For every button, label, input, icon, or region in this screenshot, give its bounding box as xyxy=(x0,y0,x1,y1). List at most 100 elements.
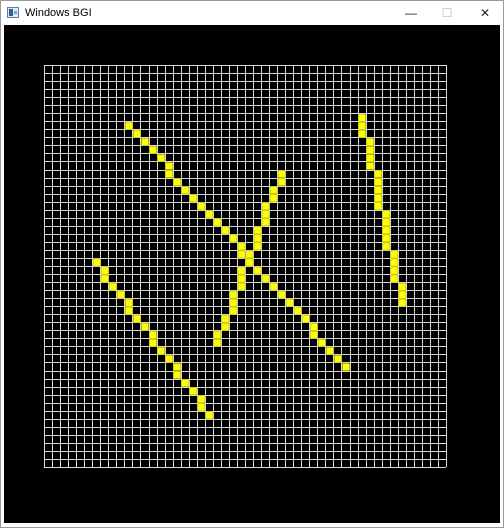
lit-cell xyxy=(237,274,246,283)
lit-cell xyxy=(277,290,286,299)
lit-cell xyxy=(237,282,246,291)
lit-cell xyxy=(173,178,181,186)
lit-cell xyxy=(237,242,246,251)
lit-cell xyxy=(229,290,238,299)
lit-cell xyxy=(229,298,238,307)
lit-cell xyxy=(189,194,198,202)
lit-cell xyxy=(269,194,278,202)
lit-cell xyxy=(253,226,262,235)
lit-cell xyxy=(197,395,206,403)
lit-cell xyxy=(382,226,391,235)
lit-cell xyxy=(117,290,125,299)
lit-cell xyxy=(133,314,141,323)
close-button[interactable]: ✕ xyxy=(467,1,503,25)
pixel-grid xyxy=(4,25,500,523)
lit-cell xyxy=(100,266,109,275)
lit-cell xyxy=(197,403,206,412)
lit-cell xyxy=(334,355,342,363)
lit-cell xyxy=(366,162,374,170)
lit-cell xyxy=(310,322,318,331)
lit-cell xyxy=(229,306,238,315)
lit-cell xyxy=(165,355,173,363)
minimize-button[interactable]: — xyxy=(393,1,429,25)
lit-cell xyxy=(92,258,101,267)
lit-cell xyxy=(326,347,334,355)
lit-cell xyxy=(374,186,382,194)
lit-cell xyxy=(390,274,399,283)
graphics-canvas xyxy=(4,25,500,523)
lit-cell xyxy=(149,339,157,347)
lit-cell xyxy=(310,331,318,339)
lit-cell xyxy=(125,298,133,307)
lit-cell xyxy=(253,234,262,243)
lit-cell xyxy=(382,210,391,219)
lit-cell xyxy=(269,282,278,291)
lit-cell xyxy=(165,170,173,178)
lit-cell xyxy=(197,202,206,211)
lit-cell xyxy=(261,210,270,219)
lit-cell xyxy=(109,282,117,291)
lit-cell xyxy=(173,371,181,379)
lit-cell xyxy=(141,138,149,146)
lit-cell xyxy=(269,186,278,194)
lit-cell xyxy=(221,314,230,323)
lit-cell xyxy=(382,234,391,243)
lit-cell xyxy=(366,146,374,154)
lit-cell xyxy=(285,298,294,307)
lit-cell xyxy=(382,242,391,251)
lit-cell xyxy=(398,290,407,299)
lit-cell xyxy=(366,138,374,146)
lit-cell xyxy=(141,322,149,331)
lit-cell xyxy=(149,331,157,339)
lit-cell xyxy=(157,347,165,355)
lit-cell xyxy=(189,387,198,395)
lit-cell xyxy=(149,146,157,154)
lit-cell xyxy=(398,298,407,307)
window-title: Windows BGI xyxy=(25,7,92,19)
lit-cell xyxy=(382,218,391,227)
lit-cell xyxy=(221,322,230,331)
lit-cell xyxy=(318,339,326,347)
lit-cell xyxy=(358,130,366,138)
lit-cell xyxy=(133,130,141,138)
lit-cell xyxy=(261,218,270,227)
lit-cell xyxy=(245,250,254,259)
lit-cell xyxy=(181,186,190,194)
maximize-button[interactable]: ☐ xyxy=(429,1,465,25)
lit-cell xyxy=(221,226,230,235)
app-window-icon xyxy=(7,7,19,18)
lit-cell xyxy=(358,121,366,130)
lit-cell xyxy=(253,266,262,275)
lit-cell xyxy=(237,266,246,275)
lit-cell xyxy=(245,258,254,267)
lit-cell xyxy=(125,121,133,130)
lit-cell xyxy=(374,178,382,186)
lit-cell xyxy=(100,274,109,283)
lit-cell xyxy=(165,162,173,170)
lit-cell xyxy=(358,113,366,122)
title-bar[interactable]: Windows BGI — ☐ ✕ xyxy=(1,1,503,25)
lit-cell xyxy=(390,250,399,259)
lit-cell xyxy=(181,379,190,387)
bgi-window: Windows BGI — ☐ ✕ xyxy=(0,0,504,528)
lit-cell xyxy=(366,154,374,162)
lit-cell xyxy=(374,194,382,202)
lit-cell xyxy=(390,258,399,267)
lit-cell xyxy=(213,339,222,347)
lit-cell xyxy=(125,306,133,315)
lit-cell xyxy=(229,234,238,243)
lit-cell xyxy=(213,331,222,339)
lit-cell xyxy=(374,202,382,211)
lit-cell xyxy=(342,363,350,371)
lit-cell xyxy=(205,210,214,219)
lit-cell xyxy=(293,306,302,315)
lit-cell xyxy=(261,274,270,283)
lit-cell xyxy=(301,314,310,323)
lit-cell xyxy=(277,170,286,178)
lit-cell xyxy=(157,154,165,162)
lit-cell xyxy=(253,242,262,251)
lit-cell xyxy=(213,218,222,227)
lit-cell xyxy=(205,411,214,420)
lit-cell xyxy=(277,178,286,186)
lit-cell xyxy=(390,266,399,275)
